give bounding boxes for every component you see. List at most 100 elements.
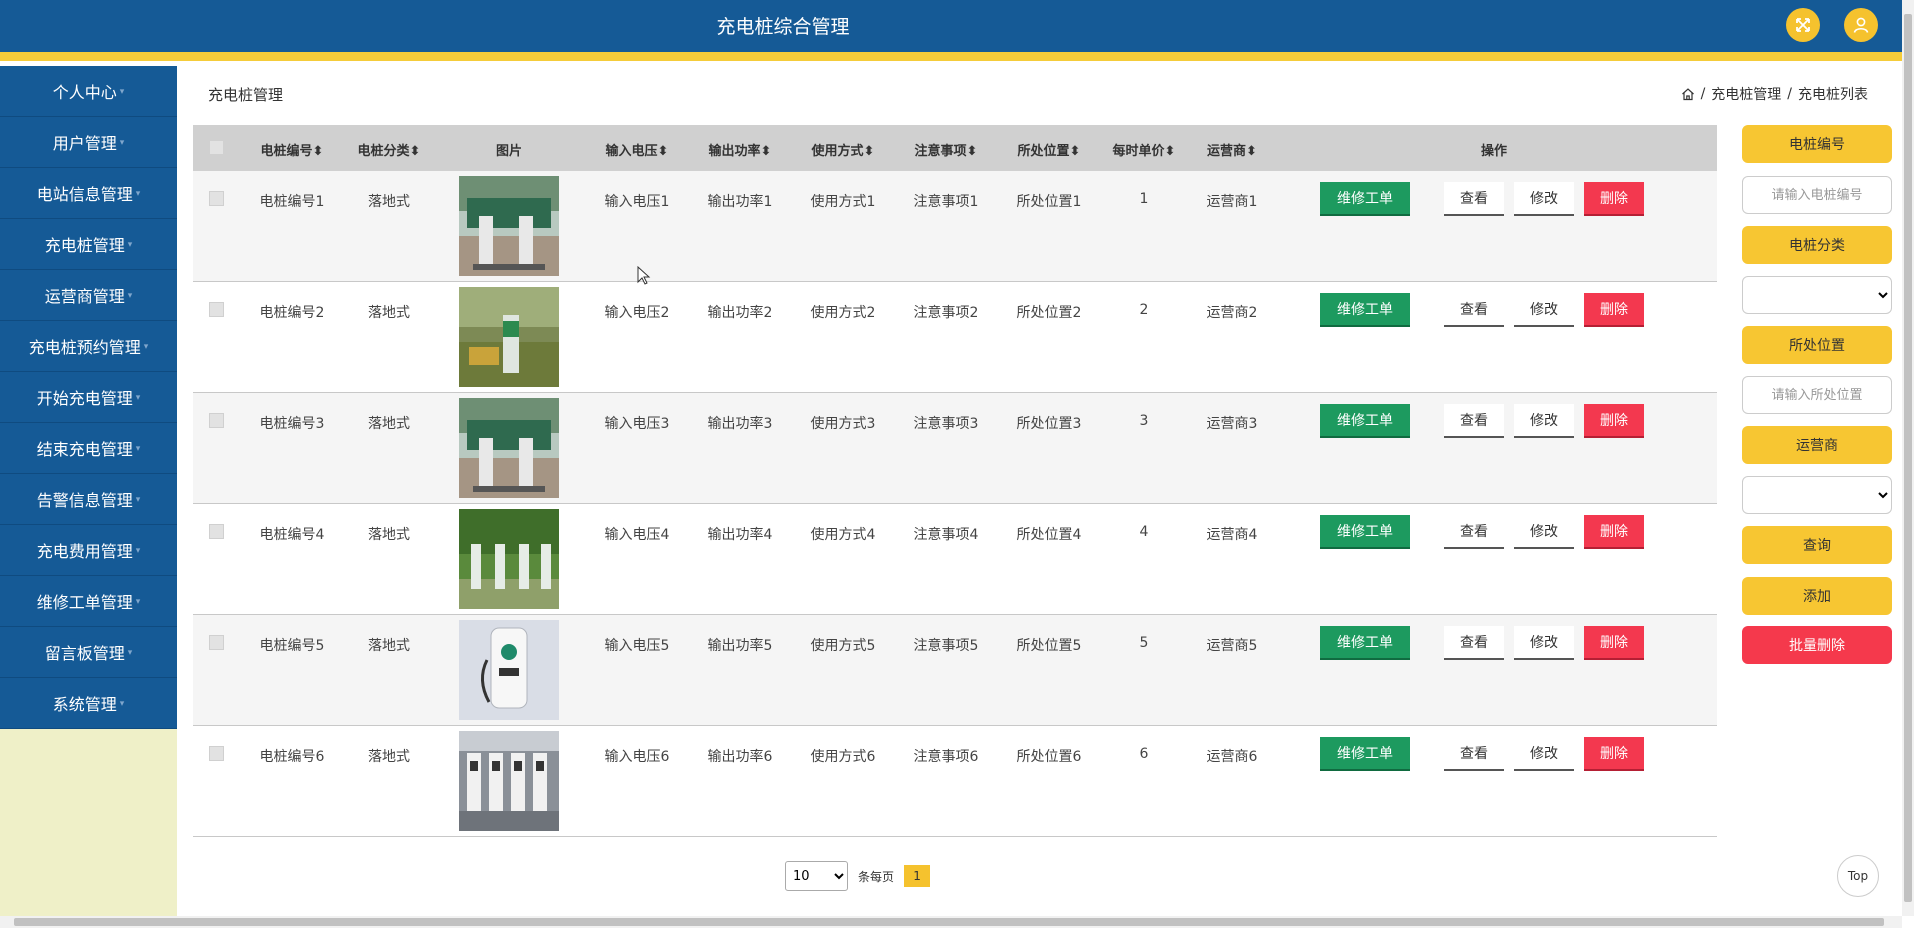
column-header-code[interactable]: 电桩编号⬍: [261, 140, 324, 159]
view-button[interactable]: 查看: [1444, 404, 1504, 438]
cell-power: 输出功率2: [707, 305, 773, 321]
column-header-voltage[interactable]: 输入电压⬍: [606, 140, 669, 159]
cell-usage: 使用方式4: [810, 527, 876, 543]
delete-button[interactable]: 删除: [1584, 404, 1644, 438]
sidebar-item-system[interactable]: 系统管理 ▾: [0, 678, 177, 729]
sidebar-item-label: 开始充电管理: [36, 389, 133, 408]
delete-button[interactable]: 删除: [1584, 182, 1644, 216]
repair-order-button[interactable]: 维修工单: [1320, 182, 1410, 216]
sort-icon: ⬍: [409, 144, 421, 159]
sidebar-item-label: 运营商管理: [44, 287, 125, 306]
sort-icon: ⬍: [1164, 144, 1176, 159]
caret-down-icon: ▾: [119, 87, 125, 97]
search-button[interactable]: 查询: [1742, 526, 1892, 564]
cell-code: 电桩编号6: [259, 749, 325, 765]
add-button[interactable]: 添加: [1742, 577, 1892, 615]
edit-button[interactable]: 修改: [1514, 737, 1574, 771]
pagination: 10 条每页 1: [785, 861, 931, 891]
top-header: 充电桩综合管理: [0, 0, 1902, 52]
fullscreen-button[interactable]: [1786, 8, 1820, 42]
view-button[interactable]: 查看: [1444, 182, 1504, 216]
table-row: 电桩编号5 落地式 输入电压5 输出功率5 使用方式5 注意事项5 所处位置5 …: [193, 615, 1717, 726]
cell-price: 6: [1139, 746, 1149, 762]
delete-button[interactable]: 删除: [1584, 293, 1644, 327]
repair-order-button[interactable]: 维修工单: [1320, 515, 1410, 549]
code-search-input[interactable]: [1742, 176, 1892, 214]
edit-button[interactable]: 修改: [1514, 293, 1574, 327]
sidebar-item-start-charging[interactable]: 开始充电管理 ▾: [0, 372, 177, 423]
sidebar-item-message-board[interactable]: 留言板管理 ▾: [0, 627, 177, 678]
column-header-usage[interactable]: 使用方式⬍: [812, 140, 875, 159]
sidebar-item-personal-center[interactable]: 个人中心 ▾: [0, 66, 177, 117]
cell-category: 落地式: [368, 527, 410, 543]
row-checkbox[interactable]: [209, 746, 224, 761]
home-icon[interactable]: [1681, 87, 1695, 101]
location-search-input[interactable]: [1742, 376, 1892, 414]
filter-label-location: 所处位置: [1742, 326, 1892, 364]
breadcrumb-item-charger-management[interactable]: 充电桩管理: [1711, 84, 1781, 104]
sidebar-item-alerts[interactable]: 告警信息管理 ▾: [0, 474, 177, 525]
sidebar-item-label: 个人中心: [52, 83, 117, 102]
sidebar-item-chargers[interactable]: 充电桩管理 ▾: [0, 219, 177, 270]
sort-icon: ⬍: [966, 144, 978, 159]
sidebar-item-end-charging[interactable]: 结束充电管理 ▾: [0, 423, 177, 474]
cell-code: 电桩编号3: [259, 416, 325, 432]
row-checkbox[interactable]: [209, 635, 224, 650]
cell-price: 4: [1139, 524, 1149, 540]
cell-operator: 运营商3: [1206, 416, 1258, 432]
back-to-top-button[interactable]: Top: [1837, 855, 1879, 897]
vertical-scrollbar[interactable]: [1902, 0, 1914, 916]
delete-button[interactable]: 删除: [1584, 737, 1644, 771]
sidebar-item-stations[interactable]: 电站信息管理 ▾: [0, 168, 177, 219]
column-header-notes[interactable]: 注意事项⬍: [915, 140, 978, 159]
sidebar-item-users[interactable]: 用户管理 ▾: [0, 117, 177, 168]
view-button[interactable]: 查看: [1444, 293, 1504, 327]
expand-icon: [1796, 18, 1810, 32]
caret-down-icon: ▾: [135, 444, 141, 454]
filter-label-category: 电桩分类: [1742, 226, 1892, 264]
cell-power: 输出功率3: [707, 416, 773, 432]
page-number-current[interactable]: 1: [904, 865, 931, 887]
column-header-location[interactable]: 所处位置⬍: [1018, 140, 1081, 159]
charger-image: [459, 398, 559, 498]
row-checkbox[interactable]: [209, 302, 224, 317]
sidebar-item-label: 维修工单管理: [36, 593, 133, 612]
column-header-operator[interactable]: 运营商⬍: [1207, 140, 1257, 159]
cell-price: 5: [1139, 635, 1149, 651]
column-header-price[interactable]: 每时单价⬍: [1113, 140, 1176, 159]
select-all-checkbox[interactable]: [209, 140, 224, 155]
repair-order-button[interactable]: 维修工单: [1320, 626, 1410, 660]
view-button[interactable]: 查看: [1444, 626, 1504, 660]
sidebar-item-reservations[interactable]: 充电桩预约管理 ▾: [0, 321, 177, 372]
column-header-category[interactable]: 电桩分类⬍: [358, 140, 421, 159]
repair-order-button[interactable]: 维修工单: [1320, 293, 1410, 327]
sidebar-item-fees[interactable]: 充电费用管理 ▾: [0, 525, 177, 576]
category-select[interactable]: [1742, 276, 1892, 314]
charger-image: [459, 176, 559, 276]
row-checkbox[interactable]: [209, 524, 224, 539]
repair-order-button[interactable]: 维修工单: [1320, 404, 1410, 438]
sort-icon: ⬍: [312, 144, 324, 159]
column-header-power[interactable]: 输出功率⬍: [709, 140, 772, 159]
edit-button[interactable]: 修改: [1514, 626, 1574, 660]
delete-button[interactable]: 删除: [1584, 626, 1644, 660]
page-size-select[interactable]: 10: [785, 861, 848, 891]
edit-button[interactable]: 修改: [1514, 182, 1574, 216]
caret-down-icon: ▾: [143, 342, 149, 352]
horizontal-scrollbar[interactable]: [0, 916, 1902, 928]
user-button[interactable]: [1844, 8, 1878, 42]
cell-price: 3: [1139, 413, 1149, 429]
cell-voltage: 输入电压3: [604, 416, 670, 432]
batch-delete-button[interactable]: 批量删除: [1742, 626, 1892, 664]
row-checkbox[interactable]: [209, 191, 224, 206]
edit-button[interactable]: 修改: [1514, 404, 1574, 438]
operator-select[interactable]: [1742, 476, 1892, 514]
view-button[interactable]: 查看: [1444, 737, 1504, 771]
delete-button[interactable]: 删除: [1584, 515, 1644, 549]
sidebar-item-repair-orders[interactable]: 维修工单管理 ▾: [0, 576, 177, 627]
view-button[interactable]: 查看: [1444, 515, 1504, 549]
sidebar-item-operators[interactable]: 运营商管理 ▾: [0, 270, 177, 321]
repair-order-button[interactable]: 维修工单: [1320, 737, 1410, 771]
row-checkbox[interactable]: [209, 413, 224, 428]
edit-button[interactable]: 修改: [1514, 515, 1574, 549]
